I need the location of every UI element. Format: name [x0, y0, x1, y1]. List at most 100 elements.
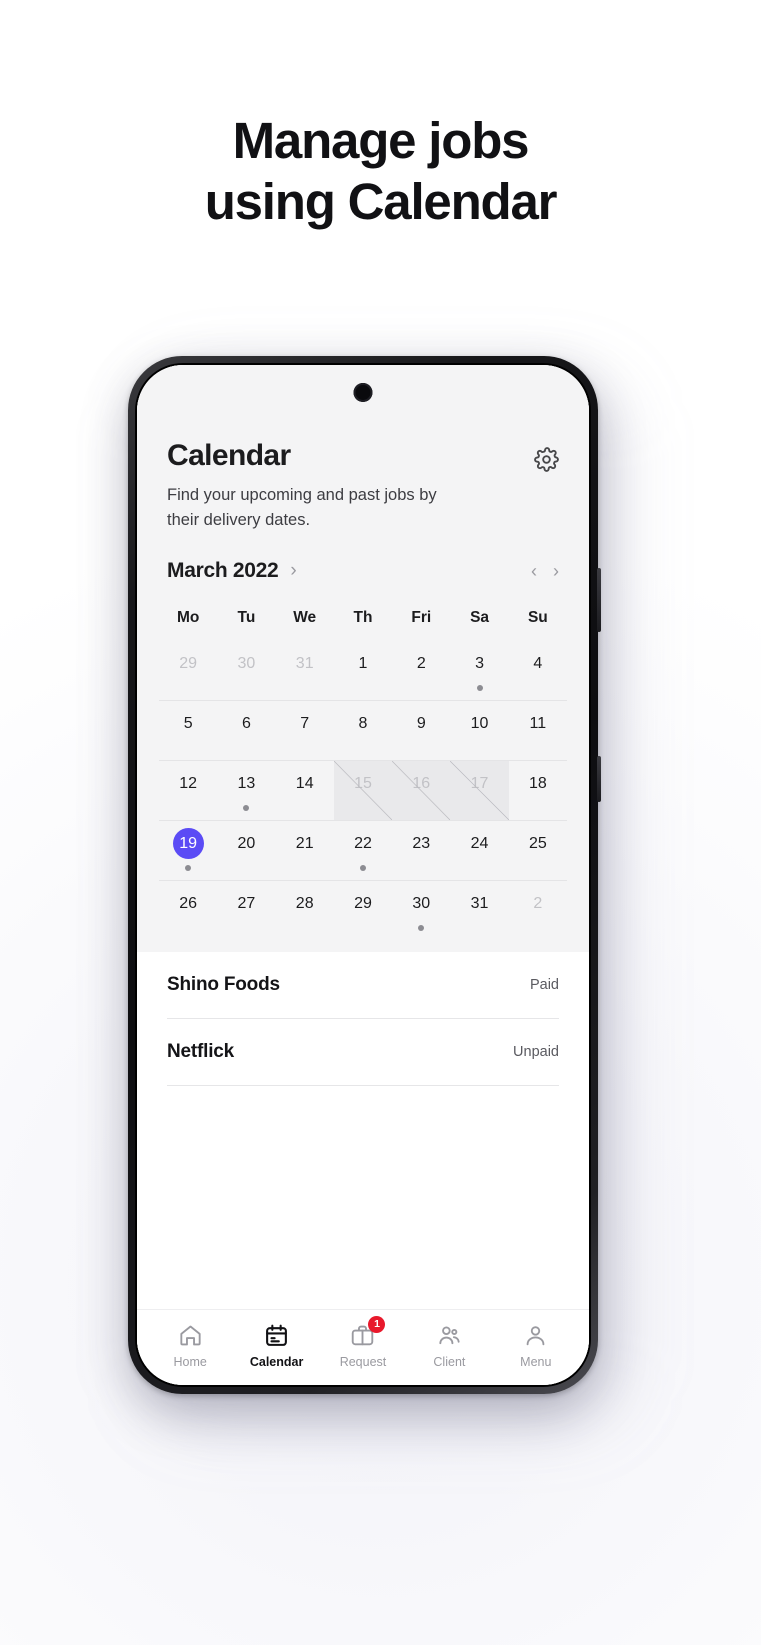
notification-badge: 1 [368, 1316, 386, 1333]
people-icon [437, 1323, 462, 1348]
headline-line-2: using Calendar [204, 173, 558, 231]
tab-home[interactable]: Home [147, 1323, 233, 1369]
tab-request[interactable]: 1 Request [320, 1316, 406, 1369]
calendar-day[interactable]: 25 [509, 821, 567, 880]
calendar-day-number: 8 [358, 714, 368, 732]
calendar-day-number: 12 [179, 774, 198, 792]
person-icon [523, 1323, 548, 1348]
gear-icon[interactable] [534, 447, 559, 472]
calendar-day-number: 2 [416, 654, 426, 672]
calendar-panel: Calendar Find your upcoming and past job… [137, 365, 589, 952]
calendar-day[interactable]: 4 [509, 641, 567, 700]
calendar-day[interactable]: 3 [450, 641, 508, 700]
calendar-week-row: 12 13 14 15 16 17 18 [159, 760, 567, 821]
calendar-day-number: 17 [470, 774, 489, 792]
calendar-day[interactable]: 5 [159, 701, 217, 760]
calendar-day-number: 1 [358, 654, 368, 672]
calendar-day-number: 21 [295, 834, 314, 852]
calendar-day-number: 29 [354, 894, 372, 912]
calendar-day[interactable]: 10 [450, 701, 508, 760]
calendar-day-number: 18 [528, 774, 547, 792]
calendar-day[interactable]: 12 [159, 761, 217, 820]
weekday-label: Su [527, 608, 548, 626]
calendar-day[interactable]: 18 [509, 761, 567, 820]
calendar-day-number: 30 [237, 654, 256, 672]
event-dot-icon [418, 924, 425, 931]
weekday-label: Mo [176, 608, 200, 626]
event-dot-icon [243, 804, 250, 811]
tab-calendar[interactable]: Calendar [233, 1323, 319, 1369]
month-nav: ‹ › [531, 562, 559, 580]
calendar-day[interactable]: 28 [276, 881, 334, 940]
tab-menu[interactable]: Menu [493, 1323, 579, 1369]
calendar-day-blocked: 15 [333, 760, 393, 820]
job-list: Shino Foods Paid Netflick Unpaid [137, 951, 589, 1309]
calendar-day[interactable]: 14 [276, 761, 334, 820]
calendar-day-number: 2 [533, 894, 543, 912]
headline-line-1: Manage jobs [232, 112, 530, 169]
tab-label: Request [339, 1355, 387, 1369]
calendar-day[interactable]: 7 [276, 701, 334, 760]
calendar-day-number: 14 [295, 774, 314, 792]
calendar-day-number: 7 [300, 714, 310, 732]
chevron-right-icon: › [290, 560, 297, 581]
calendar-day[interactable]: 30 [392, 881, 450, 940]
calendar-day[interactable]: 23 [392, 821, 450, 880]
calendar-day[interactable]: 30 [217, 641, 275, 700]
calendar-day[interactable]: 31 [450, 881, 508, 940]
calendar-day[interactable]: 27 [217, 881, 275, 940]
calendar-day[interactable]: 24 [450, 821, 508, 880]
weekday-label: Tu [237, 608, 256, 626]
calendar-day[interactable]: 20 [217, 821, 275, 880]
calendar-day-number: 29 [179, 654, 198, 672]
home-icon [178, 1323, 203, 1348]
calendar-day[interactable]: 13 [217, 761, 275, 820]
calendar-day[interactable]: 2 [509, 881, 567, 940]
tab-label: Home [173, 1355, 207, 1369]
calendar-day-number: 31 [470, 894, 489, 912]
power-button[interactable] [597, 756, 601, 802]
front-camera [353, 383, 373, 402]
job-payment-status: Paid [529, 976, 559, 993]
calendar-grid: 29 30 31 1 2 3 4 5 6 7 8 9 10 11 12 13 14 15 16 17 18 19 20 21 2… [137, 641, 589, 940]
calendar-day[interactable]: 26 [159, 881, 217, 940]
calendar-day[interactable]: 9 [392, 701, 450, 760]
prev-month-button[interactable]: ‹ [531, 562, 537, 580]
calendar-day[interactable]: 31 [276, 641, 334, 700]
calendar-day[interactable]: 11 [509, 701, 567, 760]
weekday-label: We [293, 608, 317, 626]
app-subtitle: Find your upcoming and past jobs by thei… [167, 486, 437, 529]
calendar-day-number: 24 [470, 834, 489, 852]
weekday-label: Th [353, 608, 373, 626]
volume-button[interactable] [597, 568, 601, 632]
calendar-day-number: 3 [475, 654, 485, 672]
calendar-day-selected[interactable]: 19 [159, 821, 217, 880]
job-list-item[interactable]: Netflick Unpaid [167, 1019, 559, 1086]
calendar-day[interactable]: 29 [334, 881, 392, 940]
calendar-day-number: 31 [295, 654, 314, 672]
calendar-day-number: 16 [412, 774, 431, 792]
job-list-item[interactable]: Shino Foods Paid [167, 952, 559, 1019]
phone-device-frame: Calendar Find your upcoming and past job… [128, 356, 601, 1394]
month-picker[interactable]: March 2022 › [167, 559, 297, 583]
calendar-day-number: 10 [470, 714, 489, 732]
calendar-day[interactable]: 2 [392, 641, 450, 700]
app-header: Calendar [137, 365, 589, 473]
job-client-name: Shino Foods [167, 973, 280, 995]
next-month-button[interactable]: › [553, 562, 559, 580]
calendar-day-number: 30 [412, 894, 431, 912]
tab-client[interactable]: Client [406, 1323, 492, 1369]
calendar-day-number: 4 [533, 654, 543, 672]
calendar-day[interactable]: 22 [334, 821, 392, 880]
calendar-day-number: 22 [354, 834, 372, 852]
calendar-day-number: 15 [354, 774, 372, 792]
app-screen: Calendar Find your upcoming and past job… [137, 365, 589, 1385]
calendar-icon [264, 1323, 289, 1348]
calendar-day[interactable]: 6 [217, 701, 275, 760]
job-client-name: Netflick [167, 1040, 235, 1062]
calendar-week-row: 19 20 21 22 23 24 25 [159, 821, 567, 881]
calendar-day[interactable]: 21 [276, 821, 334, 880]
calendar-day[interactable]: 1 [334, 641, 392, 700]
calendar-day[interactable]: 8 [334, 701, 392, 760]
calendar-day[interactable]: 29 [159, 641, 217, 700]
